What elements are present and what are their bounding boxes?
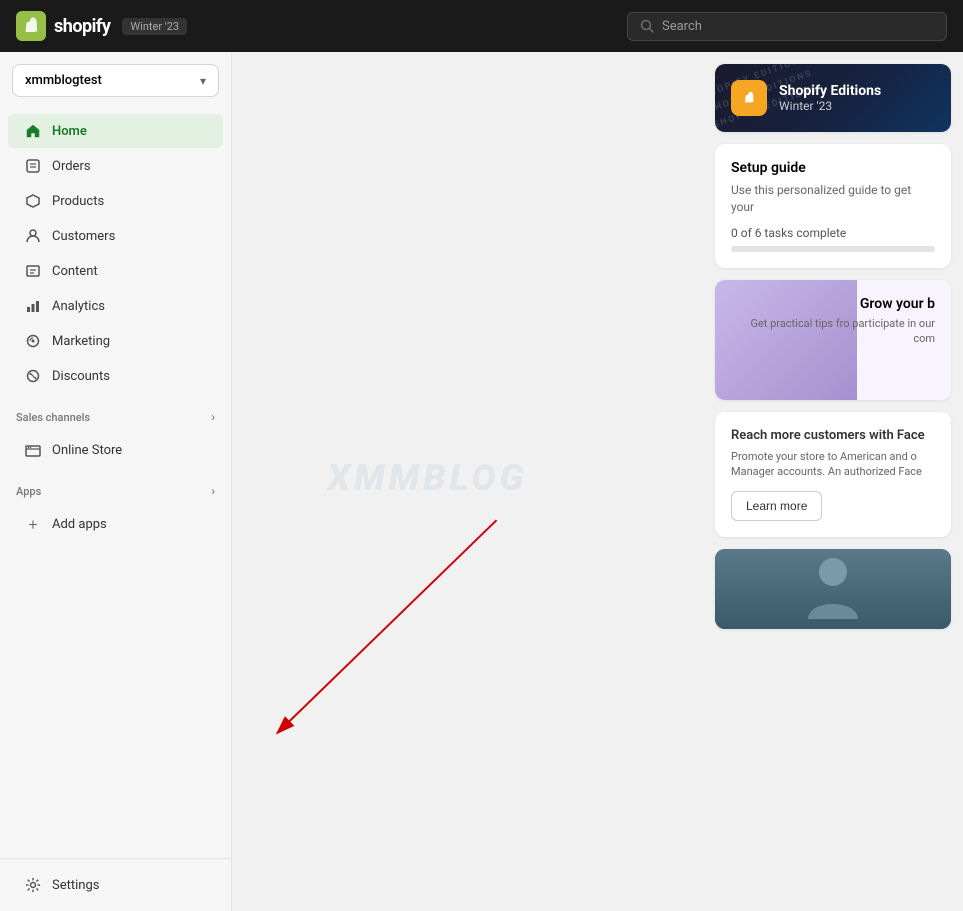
editions-card[interactable]: SHOPIFY EDITIONS SHOPIFY EDITIONS SHOPIF… xyxy=(715,64,951,132)
sidebar-item-customers-label: Customers xyxy=(52,229,115,244)
sidebar-item-add-apps-label: Add apps xyxy=(52,517,107,532)
progress-bar xyxy=(731,246,935,252)
main-content: XMMBLOG xyxy=(232,52,703,911)
header: shopify Winter '23 Search xyxy=(0,0,963,52)
watermark: XMMBLOG xyxy=(328,456,528,498)
sidebar-footer: Settings xyxy=(0,858,231,911)
discounts-icon xyxy=(24,367,42,385)
editions-text: Shopify Editions Winter '23 xyxy=(779,83,881,113)
editions-logo xyxy=(731,80,767,116)
editions-subtitle: Winter '23 xyxy=(779,99,881,113)
sidebar-item-orders-label: Orders xyxy=(52,159,91,174)
editions-title: Shopify Editions xyxy=(779,83,881,99)
header-logo: shopify xyxy=(16,11,110,41)
sidebar-item-products[interactable]: Products xyxy=(8,184,223,218)
sidebar-item-discounts[interactable]: Discounts xyxy=(8,359,223,393)
store-name: xmmblogtest xyxy=(25,73,102,88)
main-nav: Home Orders xyxy=(0,109,231,398)
setup-title: Setup guide xyxy=(731,160,935,176)
apps-nav: + Add apps xyxy=(0,502,231,546)
online-store-icon xyxy=(24,441,42,459)
sidebar-item-home-label: Home xyxy=(52,124,87,139)
grow-desc: Get practical tips fro participate in ou… xyxy=(731,316,935,347)
sidebar-item-marketing-label: Marketing xyxy=(52,334,110,349)
search-placeholder: Search xyxy=(662,19,702,34)
facebook-title: Reach more customers with Face xyxy=(731,428,935,443)
sidebar-item-online-store-label: Online Store xyxy=(52,443,122,458)
sidebar-item-home[interactable]: Home xyxy=(8,114,223,148)
sales-channels-label: Sales channels xyxy=(16,411,90,424)
apps-expand-icon[interactable]: › xyxy=(211,484,215,498)
sales-channels-header: Sales channels › xyxy=(0,398,231,428)
home-icon xyxy=(24,122,42,140)
body-layout: xmmblogtest ▾ Home xyxy=(0,52,963,911)
add-apps-icon: + xyxy=(24,515,42,533)
sidebar-item-add-apps[interactable]: + Add apps xyxy=(8,507,223,541)
sidebar-item-marketing[interactable]: Marketing xyxy=(8,324,223,358)
store-selector[interactable]: xmmblogtest ▾ xyxy=(12,64,219,97)
sidebar-item-analytics-label: Analytics xyxy=(52,299,105,314)
learn-more-button[interactable]: Learn more xyxy=(731,491,822,521)
chevron-down-icon: ▾ xyxy=(200,74,206,88)
sidebar-item-online-store[interactable]: Online Store xyxy=(8,433,223,467)
sidebar-item-content[interactable]: Content xyxy=(8,254,223,288)
person-image xyxy=(715,549,951,629)
sidebar-item-orders[interactable]: Orders xyxy=(8,149,223,183)
sidebar-item-content-label: Content xyxy=(52,264,98,279)
arrow-overlay xyxy=(232,52,703,911)
setup-progress-text: 0 of 6 tasks complete xyxy=(731,226,935,240)
sidebar-item-discounts-label: Discounts xyxy=(52,369,110,384)
analytics-icon xyxy=(24,297,42,315)
grow-title: Grow your b xyxy=(731,296,935,312)
shopify-logo-icon xyxy=(16,11,46,41)
marketing-icon xyxy=(24,332,42,350)
sales-channels-expand-icon[interactable]: › xyxy=(211,410,215,424)
customers-icon xyxy=(24,227,42,245)
search-bar[interactable]: Search xyxy=(627,12,947,41)
apps-header: Apps › xyxy=(0,472,231,502)
sidebar-item-settings[interactable]: Settings xyxy=(8,868,223,902)
setup-card: Setup guide Use this personalized guide … xyxy=(715,144,951,268)
orders-icon xyxy=(24,157,42,175)
sidebar-item-products-label: Products xyxy=(52,194,104,209)
settings-icon xyxy=(24,876,42,894)
sidebar-item-customers[interactable]: Customers xyxy=(8,219,223,253)
right-panel: SHOPIFY EDITIONS SHOPIFY EDITIONS SHOPIF… xyxy=(703,52,963,911)
grow-card: Grow your b Get practical tips fro parti… xyxy=(715,280,951,400)
setup-desc: Use this personalized guide to get your xyxy=(731,182,935,216)
content-icon xyxy=(24,262,42,280)
search-icon xyxy=(640,19,654,33)
header-badge: Winter '23 xyxy=(122,18,187,35)
brand-name: shopify xyxy=(54,16,110,37)
apps-label: Apps xyxy=(16,485,41,498)
bottom-image-card xyxy=(715,549,951,629)
sidebar-item-settings-label: Settings xyxy=(52,878,99,893)
products-icon xyxy=(24,192,42,210)
sidebar: xmmblogtest ▾ Home xyxy=(0,52,232,911)
facebook-desc: Promote your store to American and o Man… xyxy=(731,449,935,480)
sidebar-item-analytics[interactable]: Analytics xyxy=(8,289,223,323)
facebook-card: Reach more customers with Face Promote y… xyxy=(715,412,951,538)
sales-channels-nav: Online Store xyxy=(0,428,231,472)
